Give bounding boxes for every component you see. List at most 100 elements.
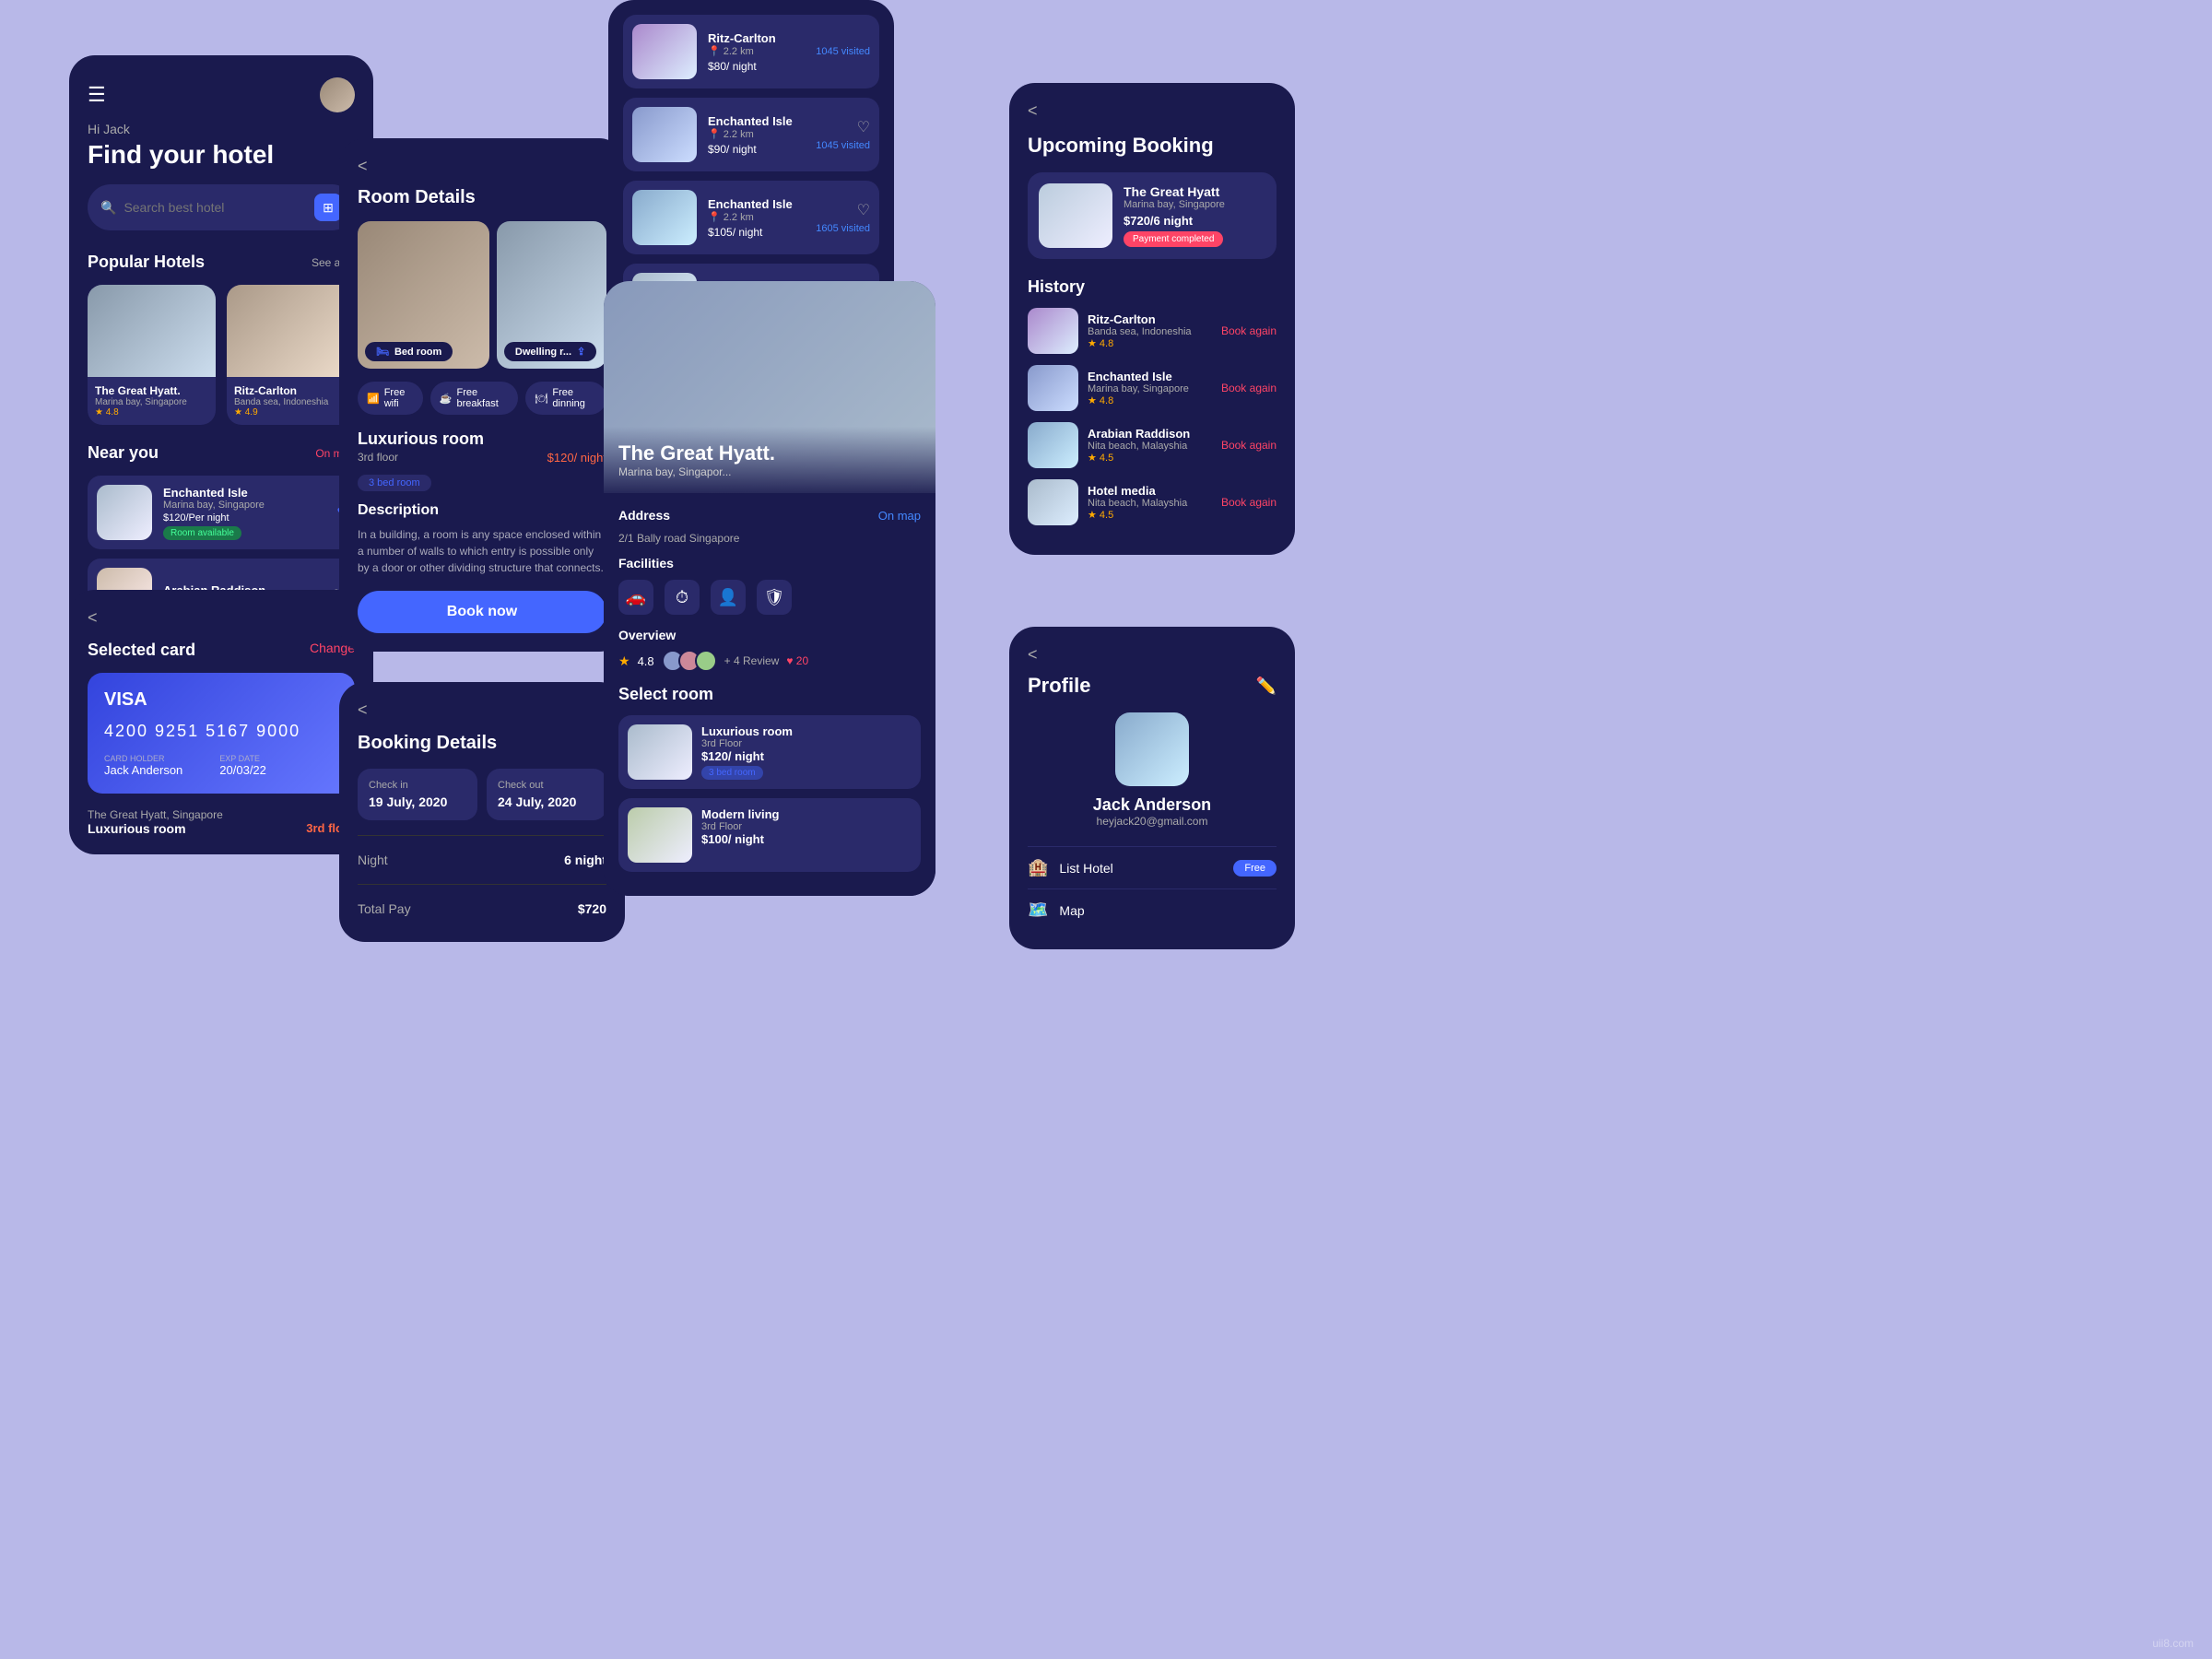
back-button-booking-hist[interactable]: < bbox=[1028, 101, 1277, 121]
avatar[interactable] bbox=[320, 77, 355, 112]
edit-icon[interactable]: ✏️ bbox=[1256, 677, 1277, 696]
history-rating-1: ★ 4.8 bbox=[1088, 337, 1212, 349]
history-item-4[interactable]: Hotel media Nita beach, Malayshia ★ 4.5 … bbox=[1028, 479, 1277, 525]
filter-button[interactable]: ⊞ bbox=[314, 194, 342, 221]
dining-icon: 🍽 bbox=[535, 393, 547, 405]
profile-avatar bbox=[1115, 712, 1189, 786]
card-header: Selected card Change bbox=[88, 641, 355, 660]
amenities-row: 📶 Free wifi ☕ Free breakfast 🍽 Free dinn… bbox=[358, 382, 606, 415]
room-select-floor-2: 3rd Floor bbox=[701, 821, 912, 832]
search-icon: 🔍 bbox=[100, 200, 116, 216]
hotel-image-1 bbox=[88, 285, 216, 377]
checkout-date: 24 July, 2020 bbox=[498, 794, 595, 809]
dwelling-label: Dwelling r... bbox=[515, 347, 571, 358]
total-value: $720 bbox=[578, 901, 606, 916]
back-button-booking[interactable]: < bbox=[358, 700, 606, 720]
nearby-item-1[interactable]: Enchanted Isle Marina bay, Singapore $12… bbox=[88, 476, 355, 549]
profile-title-text: Profile bbox=[1028, 674, 1090, 698]
favorite-icon-h2[interactable]: ♡ bbox=[857, 118, 870, 136]
map-icon: 🗺️ bbox=[1028, 900, 1048, 920]
hotel-card-2[interactable]: Ritz-Carlton Banda sea, Indoneshia ★ 4.9 bbox=[227, 285, 355, 425]
total-row: Total Pay $720 bbox=[358, 894, 606, 924]
history-loc-1: Banda sea, Indoneshia bbox=[1088, 326, 1212, 337]
history-item-3[interactable]: Arabian Raddison Nita beach, Malayshia ★… bbox=[1028, 422, 1277, 468]
room-select-item-2[interactable]: Modern living 3rd Floor $100/ night bbox=[618, 798, 921, 872]
room-bottom-name: Luxurious room bbox=[88, 821, 186, 836]
night-row: Night 6 night bbox=[358, 845, 606, 875]
room-select-info-2: Modern living 3rd Floor $100/ night bbox=[701, 807, 912, 863]
hli-price-2: $90/ night bbox=[708, 143, 805, 156]
room-details-title: Room Details bbox=[358, 187, 606, 208]
search-input[interactable] bbox=[124, 200, 314, 215]
holder-name: Jack Anderson bbox=[104, 763, 182, 777]
checkin-label: Check in bbox=[369, 780, 466, 791]
book-now-button[interactable]: Book now bbox=[358, 591, 606, 633]
hotel-list-image-1 bbox=[632, 24, 697, 79]
bed-icon: 🛏 bbox=[376, 346, 389, 358]
hotel-card-1[interactable]: The Great Hyatt. Marina bay, Singapore ★… bbox=[88, 285, 216, 425]
hotel-rating-2: ★ 4.9 bbox=[234, 407, 347, 418]
room-select-item-1[interactable]: Luxurious room 3rd Floor $120/ night 3 b… bbox=[618, 715, 921, 789]
back-button-room[interactable]: < bbox=[358, 157, 606, 176]
menu-icon[interactable]: ☰ bbox=[88, 83, 106, 107]
hotel-list-item-2[interactable]: Enchanted Isle 📍 2.2 km $90/ night ♡ 104… bbox=[623, 98, 879, 171]
profile-screen: < Profile ✏️ Jack Anderson heyjack20@gma… bbox=[1009, 627, 1295, 949]
map-menu-item[interactable]: 🗺️ Map bbox=[1028, 888, 1277, 931]
card-details: CARD HOLDER Jack Anderson EXP DATE 20/03… bbox=[104, 754, 338, 777]
room-side-image: Dwelling r... ⇪ bbox=[497, 221, 606, 369]
review-count: + 4 Review bbox=[724, 654, 780, 667]
upcoming-booking-card[interactable]: The Great Hyatt Marina bay, Singapore $7… bbox=[1028, 172, 1277, 259]
description-text: In a building, a room is any space enclo… bbox=[358, 526, 606, 576]
wifi-tag: 📶 Free wifi bbox=[358, 382, 423, 415]
hotel-body: Address On map 2/1 Bally road Singapore … bbox=[604, 493, 935, 896]
history-info-2: Enchanted Isle Marina bay, Singapore ★ 4… bbox=[1088, 370, 1212, 406]
history-item-2[interactable]: Enchanted Isle Marina bay, Singapore ★ 4… bbox=[1028, 365, 1277, 411]
hli-right-2: ♡ 1045 visited bbox=[816, 118, 870, 151]
dates-row: Check in 19 July, 2020 Check out 24 July… bbox=[358, 769, 606, 820]
pool-icon: ⏱ bbox=[665, 580, 700, 615]
hli-visited-3: 1605 visited bbox=[816, 223, 870, 234]
search-bar: 🔍 ⊞ bbox=[88, 184, 355, 230]
back-button-profile[interactable]: < bbox=[1028, 645, 1277, 665]
room-details-screen: < Room Details 🛏 Bed room Dwelling r... … bbox=[339, 138, 625, 652]
hotel-list-item-3[interactable]: Enchanted Isle 📍 2.2 km $105/ night ♡ 16… bbox=[623, 181, 879, 254]
hotel-image-2 bbox=[227, 285, 355, 377]
history-name-2: Enchanted Isle bbox=[1088, 370, 1212, 383]
book-again-3[interactable]: Book again bbox=[1221, 439, 1277, 452]
history-item-1[interactable]: Ritz-Carlton Banda sea, Indoneshia ★ 4.8… bbox=[1028, 308, 1277, 354]
favorite-icon-h3[interactable]: ♡ bbox=[857, 201, 870, 219]
header-row: ☰ bbox=[88, 77, 355, 112]
list-hotel-badge: Free bbox=[1233, 860, 1277, 877]
book-again-4[interactable]: Book again bbox=[1221, 496, 1277, 509]
room-main-image: 🛏 Bed room bbox=[358, 221, 489, 369]
checkin-box: Check in 19 July, 2020 bbox=[358, 769, 477, 820]
hli-visited-2: 1045 visited bbox=[816, 140, 870, 151]
on-map-link[interactable]: On map bbox=[878, 509, 921, 523]
rating-stars: ★ bbox=[618, 653, 630, 669]
bottom-hotel-info: The Great Hyatt, Singapore Luxurious roo… bbox=[88, 808, 355, 836]
share-icon: ⇪ bbox=[577, 346, 585, 358]
address-label: Address bbox=[618, 508, 670, 523]
room-select-name-1: Luxurious room bbox=[701, 724, 912, 738]
hotel-list-item-1[interactable]: Ritz-Carlton 📍 2.2 km $80/ night 1045 vi… bbox=[623, 15, 879, 88]
popular-hotels-header: Popular Hotels See all > bbox=[88, 253, 355, 272]
book-again-1[interactable]: Book again bbox=[1221, 324, 1277, 337]
checkin-date: 19 July, 2020 bbox=[369, 794, 466, 809]
history-image-1 bbox=[1028, 308, 1078, 354]
hotel-hero-loc: Marina bay, Singapor... bbox=[618, 465, 921, 478]
room-sub-info: 3rd floor $120/ night bbox=[358, 451, 606, 465]
breakfast-icon: ☕ bbox=[440, 393, 453, 405]
back-button[interactable]: < bbox=[88, 608, 355, 628]
hotel-info-1: The Great Hyatt. Marina bay, Singapore ★… bbox=[88, 377, 216, 425]
map-label: Map bbox=[1059, 903, 1277, 918]
dwelling-tag: Dwelling r... ⇪ bbox=[504, 342, 596, 361]
history-loc-2: Marina bay, Singapore bbox=[1088, 383, 1212, 394]
upcoming-hotel-image bbox=[1039, 183, 1112, 248]
visa-card: VISA 4200 9251 5167 9000 CARD HOLDER Jac… bbox=[88, 673, 355, 794]
history-image-3 bbox=[1028, 422, 1078, 468]
book-again-2[interactable]: Book again bbox=[1221, 382, 1277, 394]
history-image-2 bbox=[1028, 365, 1078, 411]
list-hotel-menu-item[interactable]: 🏨 List Hotel Free bbox=[1028, 846, 1277, 888]
room-select-price-1: $120/ night bbox=[701, 749, 912, 763]
profile-name: Jack Anderson bbox=[1028, 795, 1277, 815]
